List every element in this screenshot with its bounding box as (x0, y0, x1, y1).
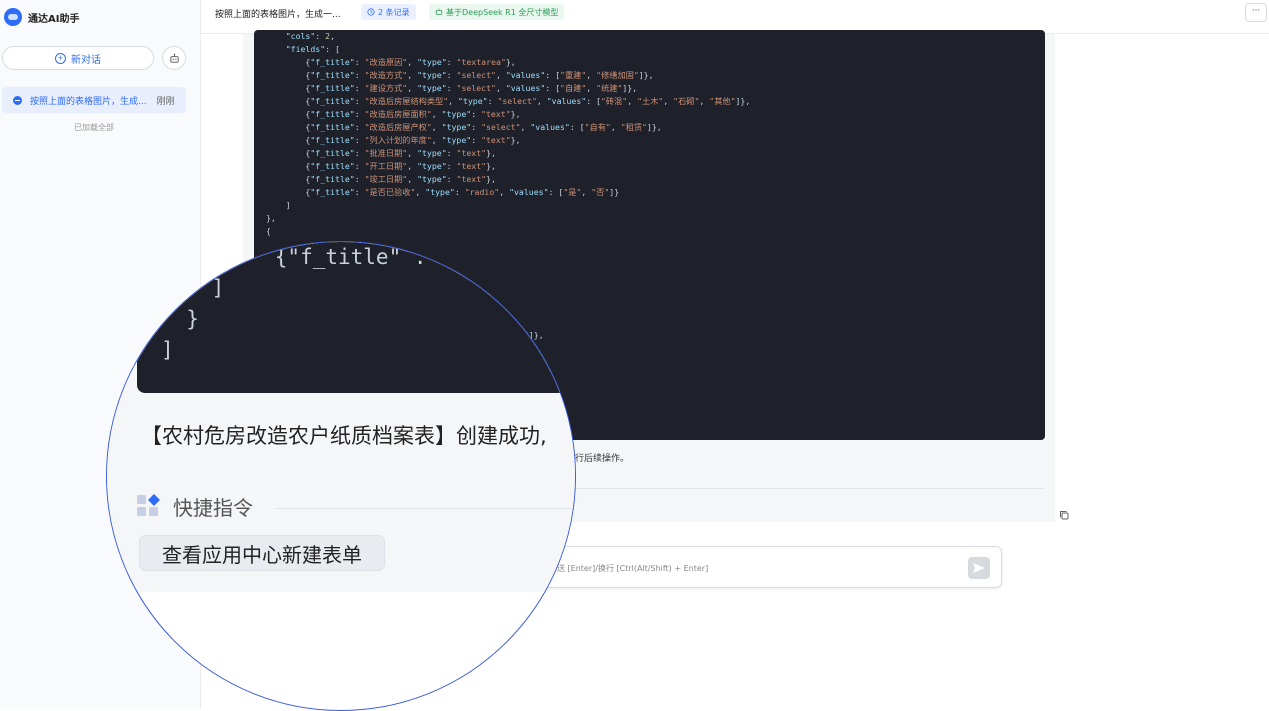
code-line: {"f_title": "竣工日期", "type": "text"}, (266, 174, 496, 184)
records-badge[interactable]: 2 条记录 (361, 4, 416, 20)
code-line: {"f_title": "改造后房屋面积", "type": "text"}, (266, 109, 521, 119)
code-line: ] (161, 338, 174, 362)
code-line: ] (211, 276, 225, 300)
logo-icon (4, 8, 22, 26)
code-line: "cols": 2, (285, 31, 336, 41)
code-line: ] (285, 200, 291, 210)
robot-icon[interactable] (162, 46, 186, 70)
shortcut-divider (275, 508, 575, 509)
code-line: {"f_title": "改造方式", "type": "select", "v… (266, 70, 654, 80)
more-button[interactable]: ··· (1245, 3, 1267, 22)
plus-circle-icon: + (55, 52, 66, 64)
chat-title: 按照上面的表格图片，生成一... (215, 10, 341, 20)
code-line: {"f_title": "列入计划的年度", "type": "text"}, (266, 135, 521, 145)
code-line: {"f_title": "开工日期", "type": "text"}, (266, 161, 496, 171)
success-text: 【农村危房改造农户纸质档案表】创建成功, (141, 424, 547, 448)
app-name: 通达AI助手 (28, 13, 80, 25)
shortcut-title: 快捷指令 (173, 496, 253, 520)
code-line: {"f_title": "改造后房屋结构类型", "type": "select… (266, 96, 751, 106)
code-line: } (186, 307, 199, 331)
send-button[interactable] (968, 557, 990, 579)
code-line: {"f_title": "改造原因", "type": "textarea"}, (266, 57, 516, 67)
magnified-code: {"f_title" . ] } ] (137, 242, 575, 393)
code-line: {"f_title": "批准日期", "type": "text"}, (266, 148, 496, 158)
brand: 通达AI助手 (4, 7, 79, 27)
command-button[interactable]: 查看应用中心新建表单 (139, 535, 385, 571)
code-line: "fields": [ (285, 44, 340, 54)
send-icon (973, 563, 985, 573)
code-line: {"f_title": "建设方式", "type": "select", "v… (266, 83, 638, 93)
shortcut-icon (137, 493, 161, 519)
code-line: {"f_title": "是否已验收", "type": "radio", "v… (266, 187, 620, 197)
code-line: { (266, 226, 271, 236)
magnifier-lens: {"f_title" . ] } ] 【农村危房改造农户纸质档案表】创建成功, … (106, 241, 576, 711)
chat-dot-icon (13, 95, 22, 105)
chat-header: 按照上面的表格图片，生成一... 2 条记录 基于DeepSeek R1 全尺寸… (201, 0, 1269, 34)
chat-input[interactable]: 送 [Enter]/换行 [Ctrl(Alt/Shift) + Enter] (540, 546, 1002, 588)
magnified-code-content: {"f_title" . ] } ] (161, 242, 427, 366)
copy-icon[interactable] (1059, 510, 1069, 520)
new-chat-label: 新对话 (71, 54, 101, 66)
code-line: }, (266, 213, 276, 223)
code-line: {"f_title" . (274, 245, 427, 269)
loaded-all-text: 已加载全部 (74, 123, 114, 132)
shortcut-header: 快捷指令 (137, 492, 253, 521)
model-icon (435, 8, 443, 15)
clock-icon (367, 8, 375, 16)
input-hint: 送 [Enter]/换行 [Ctrl(Alt/Shift) + Enter] (557, 564, 709, 573)
conversation-title: 按照上面的表格图片，生成... (30, 96, 147, 107)
model-badge-label: 基于DeepSeek R1 全尺寸模型 (446, 7, 559, 17)
conversation-time: 刚刚 (156, 96, 175, 107)
code-line: {"f_title": "改造后房屋产权", "type": "select",… (266, 122, 662, 132)
model-badge: 基于DeepSeek R1 全尺寸模型 (429, 4, 565, 20)
new-chat-button[interactable]: + 新对话 (2, 46, 154, 70)
records-badge-label: 2 条记录 (378, 7, 410, 17)
conversation-item[interactable]: 按照上面的表格图片，生成... 刚刚 (2, 87, 186, 113)
